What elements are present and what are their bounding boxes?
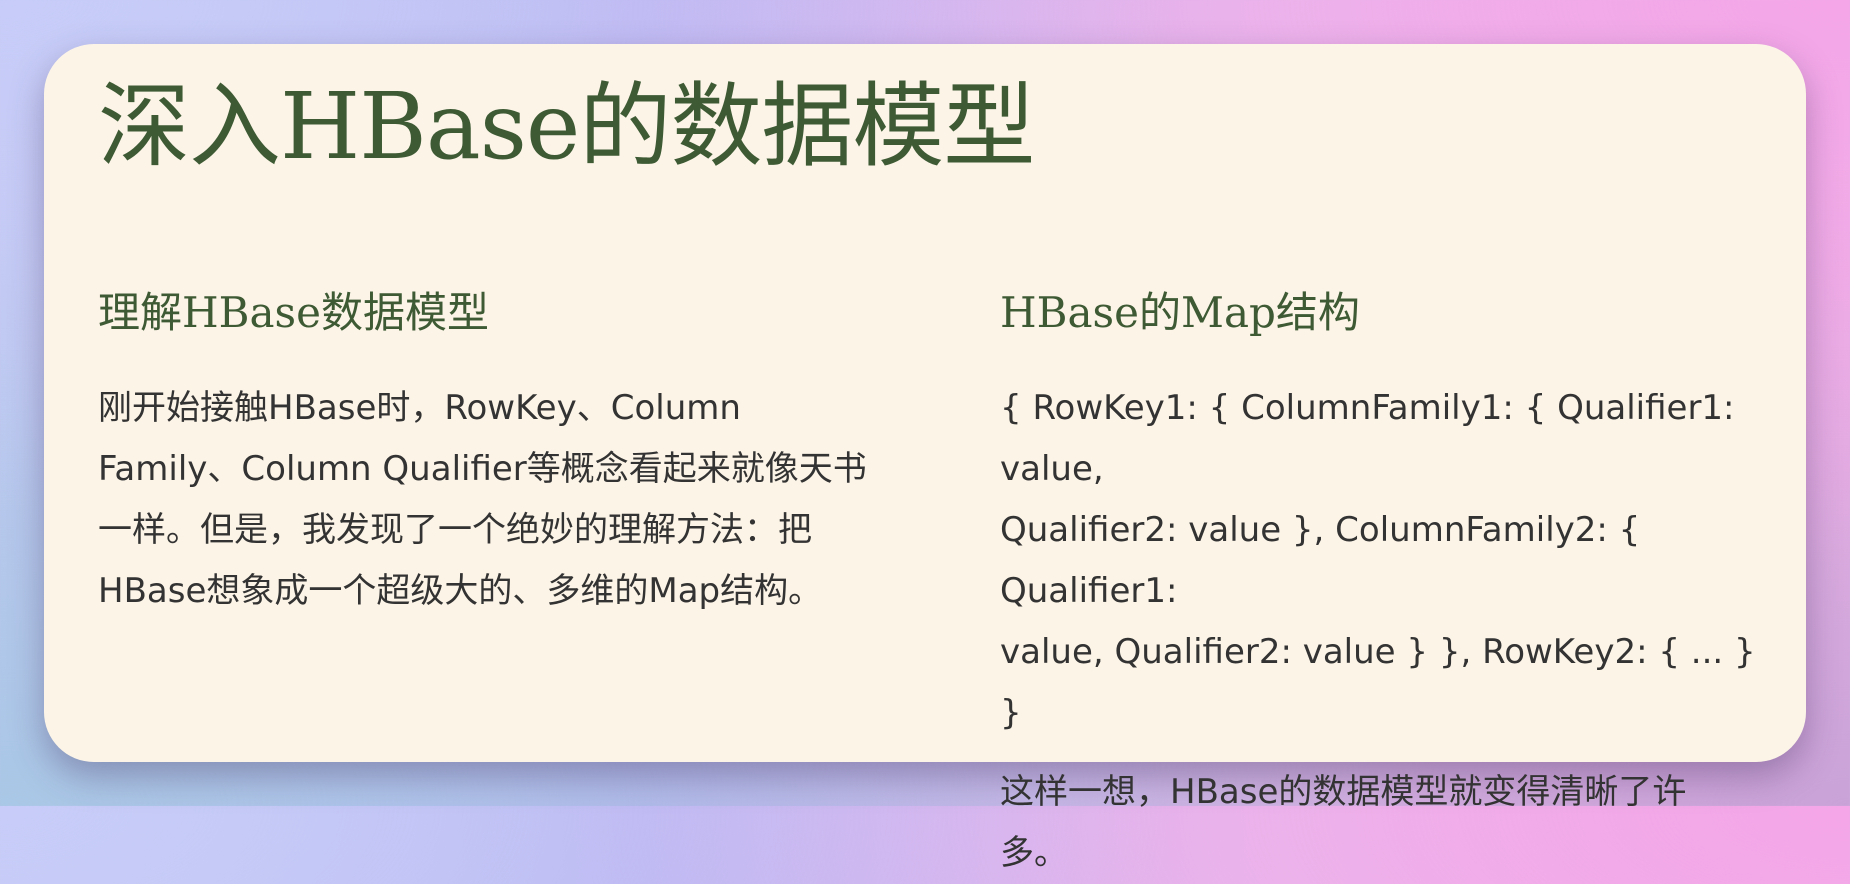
map-example-line: { RowKey1: { ColumnFamily1: { Qualifier1… — [1000, 388, 1735, 490]
summary-line: 这样一想，HBase的数据模型就变得清晰了许 — [1000, 772, 1687, 813]
intro-line: HBase想象成一个超级大的、多维的Map结构。 — [98, 571, 823, 612]
intro-paragraph: 刚开始接触HBase时，RowKey、Column Family、Column … — [98, 378, 918, 622]
section-heading-map-structure: HBase的Map结构 — [1000, 288, 1360, 337]
left-column: 理解HBase数据模型 刚开始接触HBase时，RowKey、Column Fa… — [98, 288, 918, 622]
summary-line: 多。 — [1000, 833, 1068, 874]
summary-paragraph: 这样一想，HBase的数据模型就变得清晰了许 多。 — [1000, 762, 1780, 884]
intro-line: 刚开始接触HBase时，RowKey、Column — [98, 388, 741, 429]
content-card: 深入HBase的数据模型 理解HBase数据模型 刚开始接触HBase时，Row… — [44, 44, 1806, 873]
intro-line: Family、Column Qualifier等概念看起来就像天书 — [98, 449, 867, 490]
page-title: 深入HBase的数据模型 — [98, 73, 1035, 180]
map-example-line: value, Qualifier2: value } }, RowKey2: {… — [1000, 632, 1756, 734]
intro-line: 一样。但是，我发现了一个绝妙的理解方法：把 — [98, 510, 812, 551]
right-column: HBase的Map结构 { RowKey1: { ColumnFamily1: … — [1000, 288, 1780, 884]
map-structure-example: { RowKey1: { ColumnFamily1: { Qualifier1… — [1000, 378, 1780, 744]
map-example-line: Qualifier2: value }, ColumnFamily2: { Qu… — [1000, 510, 1641, 612]
section-heading-understanding: 理解HBase数据模型 — [98, 288, 489, 337]
